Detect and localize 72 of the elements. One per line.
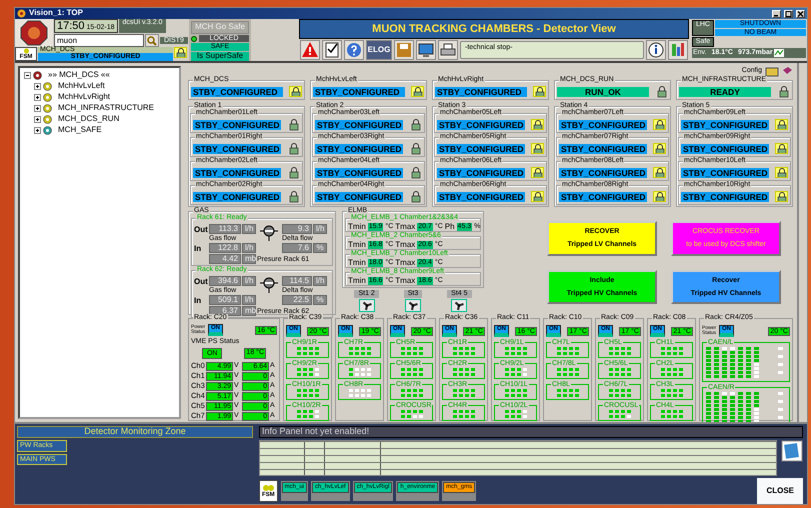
unit-label: mb	[242, 254, 256, 264]
gas-reading: 122.8	[209, 243, 241, 253]
sensor-label: Ph	[444, 223, 455, 231]
state-indicator: STBY_CONFIGURED	[559, 192, 647, 202]
state-indicator: STBY_CONFIGURED	[193, 120, 281, 130]
state-indicator: RUN_OK	[557, 86, 649, 96]
state-indicator: STBY_CONFIGURED	[315, 192, 403, 202]
tree-item[interactable]: MCH_INFRASTRUCTURE	[58, 104, 154, 113]
state-indicator: STBY_CONFIGURED	[681, 192, 769, 202]
tree-item[interactable]: MCH_DCS_RUN	[58, 115, 120, 124]
sensor-label: Tmax	[395, 223, 416, 231]
state-indicator: STBY_CONFIGURED	[193, 192, 281, 202]
tree-item[interactable]: »» MCH_DCS ««	[48, 71, 110, 80]
unit-label: l/h	[242, 276, 256, 286]
state-indicator: STBY_CONFIGURED	[315, 144, 403, 154]
gas-reading: 22.5	[282, 295, 312, 305]
state-indicator: STBY_CONFIGURED	[313, 86, 405, 96]
supersafe-label: Is SuperSafe	[191, 52, 249, 61]
state-indicator: READY	[679, 86, 771, 96]
state-indicator: STBY_CONFIGURED	[681, 120, 769, 130]
state-indicator: STBY_CONFIGURED	[681, 168, 769, 178]
state-indicator: STBY_CONFIGURED	[437, 144, 525, 154]
state-indicator: STBY_CONFIGURED	[437, 168, 525, 178]
window-title: Vision_1: TOP	[29, 9, 84, 18]
in-label: In	[194, 296, 202, 304]
state-indicator: STBY_CONFIGURED	[193, 144, 281, 154]
unit-label: mb	[242, 306, 256, 316]
sensor-label: Tmin	[348, 259, 366, 267]
state-indicator: STBY_CONFIGURED	[559, 168, 647, 178]
out-label: Out	[194, 278, 208, 284]
state-indicator: STBY_CONFIGURED	[437, 192, 525, 202]
unit-label: l/h	[242, 224, 256, 234]
close-button[interactable]: CLOSE	[757, 478, 803, 504]
sensor-label: Tmax	[395, 259, 416, 267]
tree-item[interactable]: MchHvLvLeft	[58, 82, 105, 91]
zone-title: Detector Monitoring Zone	[17, 426, 253, 438]
unit-label: l/h	[242, 243, 256, 253]
state-indicator: STBY_CONFIGURED	[191, 86, 283, 96]
gas-reading: 9.3	[282, 224, 312, 234]
elog-button[interactable]: ELOG	[366, 40, 392, 60]
tree-item[interactable]: MchHvLvRight	[58, 93, 110, 102]
sensor-label: Tmin	[348, 241, 366, 249]
info-panel-title: Info Panel not yet enabled!	[259, 426, 803, 438]
sensor-label: Tmax	[395, 277, 416, 285]
state-indicator: STBY_CONFIGURED	[315, 168, 403, 178]
gas-reading: 114.5	[282, 276, 312, 286]
gas-reading: 509.1	[209, 295, 241, 305]
gas-reading: 394.6	[209, 276, 241, 286]
state-indicator: STBY_CONFIGURED	[437, 120, 525, 130]
state-indicator: STBY_CONFIGURED	[559, 120, 647, 130]
tree-item[interactable]: MCH_SAFE	[58, 126, 102, 135]
sensor-label: Tmin	[348, 277, 366, 285]
clock-time: 17:50	[57, 20, 85, 32]
view-title: MUON TRACKING CHAMBERS - Detector View	[299, 19, 689, 39]
state-indicator: STBY_CONFIGURED	[559, 144, 647, 154]
unit-label: l/h	[313, 276, 327, 286]
sensor-label: Tmin	[348, 223, 366, 231]
state-indicator: STBY_CONFIGURED	[681, 144, 769, 154]
in-label: In	[194, 244, 202, 252]
unit-label: l/h	[313, 224, 327, 234]
unit-label: %	[313, 295, 327, 305]
state-indicator: STBY_CONFIGURED	[193, 168, 281, 178]
search-field[interactable]: muon	[54, 34, 144, 48]
sensor-label: Tmax	[395, 241, 416, 249]
state-indicator: STBY_CONFIGURED	[315, 120, 403, 130]
unit-label: l/h	[242, 295, 256, 305]
out-label: Out	[194, 226, 208, 232]
gas-reading: 7.6	[282, 243, 312, 253]
gas-reading: 113.3	[209, 224, 241, 234]
gas-reading: 4.42	[209, 254, 241, 264]
unit-label: %	[313, 243, 327, 253]
state-indicator: STBY_CONFIGURED	[435, 86, 527, 96]
